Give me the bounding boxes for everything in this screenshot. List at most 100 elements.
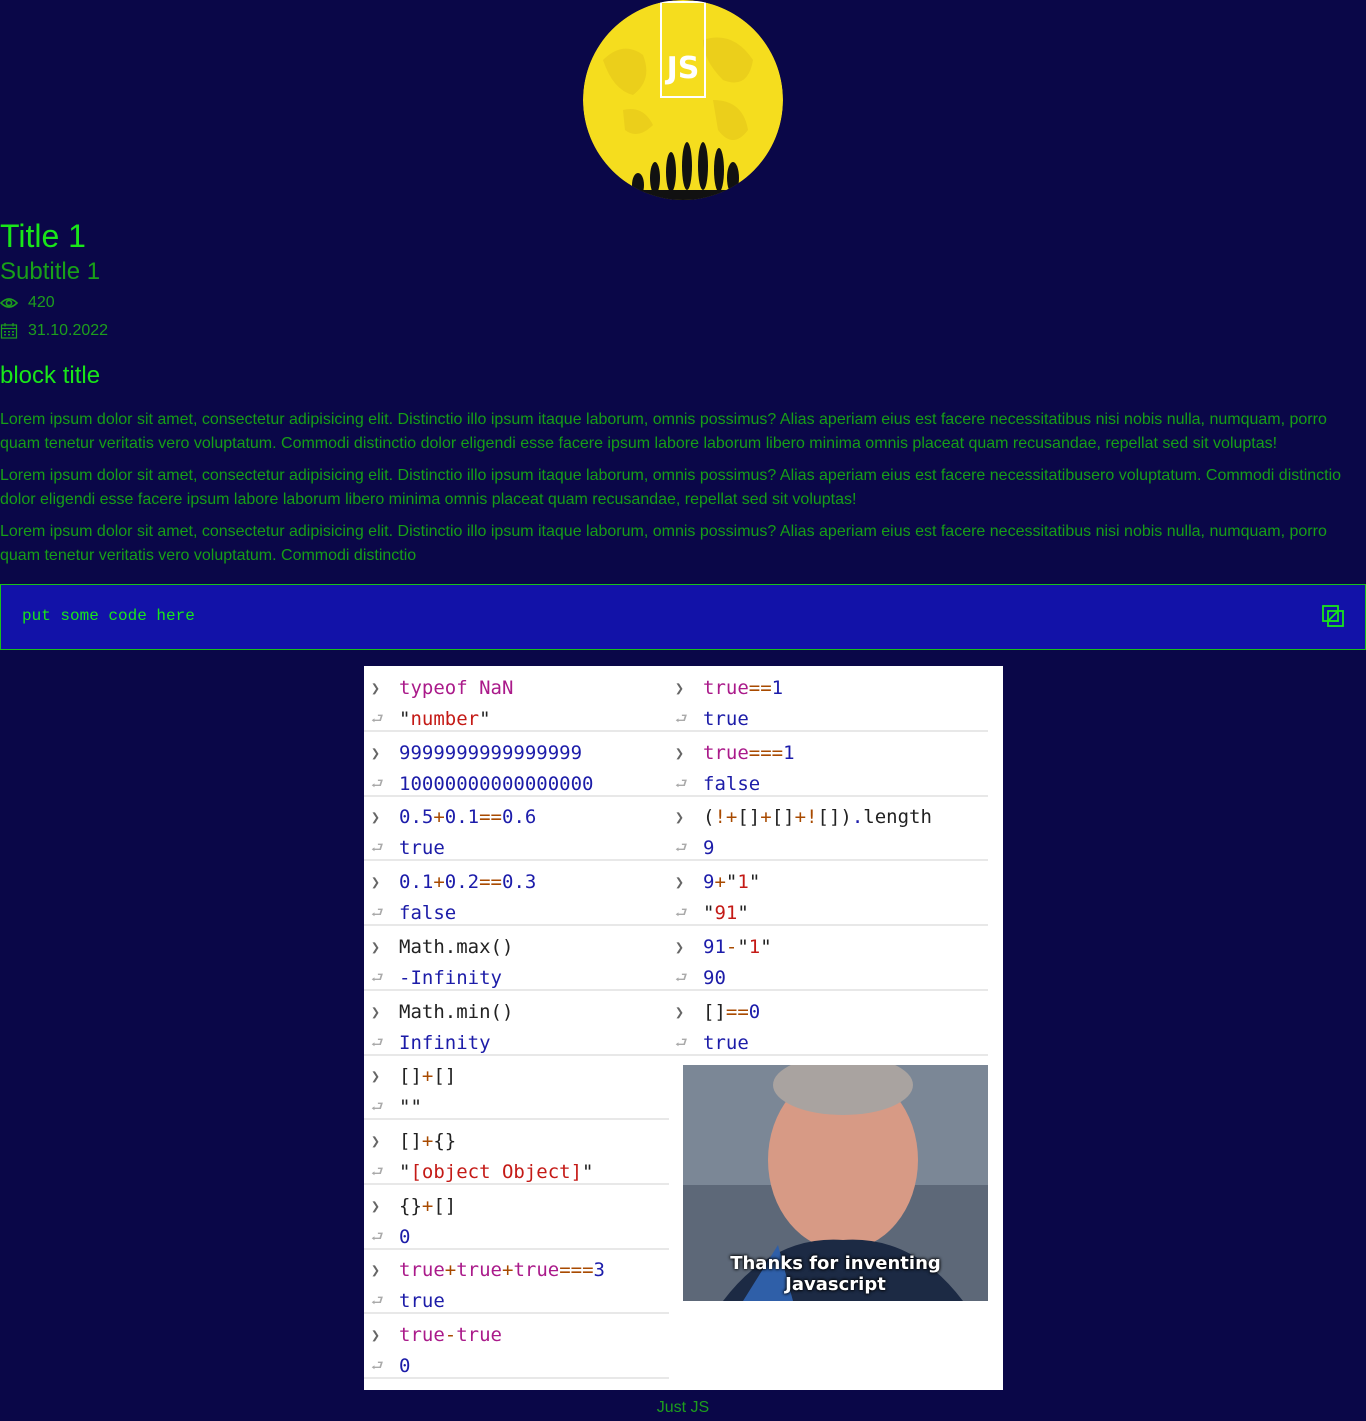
- prompt-chevron-icon: ❯: [675, 743, 685, 762]
- console-entry: ❯ true==1 ⮐ true: [668, 666, 988, 732]
- return-arrow-icon: ⮐: [675, 905, 688, 922]
- prompt-chevron-icon: ❯: [371, 873, 381, 892]
- block-title: block title: [0, 362, 101, 389]
- console-input-text: 0.1+0.2==0.3: [399, 871, 537, 894]
- console-output-text: true: [703, 708, 749, 730]
- eye-icon: [0, 298, 18, 308]
- console-entry: ❯ 9999999999999999 ⮐ 10000000000000000: [364, 731, 669, 797]
- console-entry: ❯ 0.1+0.2==0.3 ⮐ false: [364, 860, 669, 927]
- console-entry: ❯ {}+[] ⮐ 0: [364, 1184, 669, 1250]
- prompt-chevron-icon: ❯: [675, 679, 685, 697]
- console-output-text: true: [703, 1031, 749, 1054]
- footer-text: Just JS: [656, 1399, 710, 1416]
- console-input-text: []+[]: [399, 1065, 457, 1088]
- console-entry: ❯ Math.max() ⮐ -Infinity: [364, 925, 669, 991]
- paragraph-3: Lorem ipsum dolor sit amet, consectetur …: [0, 523, 1327, 564]
- console-output-text: 0: [399, 1355, 411, 1377]
- console-output-text: 9: [703, 837, 715, 860]
- return-arrow-icon: ⮐: [371, 1358, 384, 1374]
- console-entry: ❯ []==0 ⮐ true: [668, 990, 988, 1056]
- copy-icon: [1322, 605, 1344, 627]
- return-arrow-icon: ⮐: [371, 1228, 384, 1245]
- console-input-text: 9999999999999999: [399, 741, 583, 764]
- prompt-chevron-icon: ❯: [371, 743, 381, 762]
- return-arrow-icon: ⮐: [675, 711, 688, 727]
- console-entry: ❯ (!+[]+[]+![]).length ⮐ 9: [668, 795, 988, 862]
- js-console-meme: ❯ typeof NaN ⮐ "number" ❯ 9999999999999999 ⮐ 10…: [364, 666, 1003, 1390]
- console-input-text: typeof NaN: [399, 677, 514, 699]
- console-entry: ❯ []+[] ⮐ "": [364, 1054, 669, 1121]
- console-entry: ❯ []+{} ⮐ "[object Object]": [364, 1119, 669, 1185]
- return-arrow-icon: ⮐: [371, 1034, 384, 1051]
- console-input-text: (!+[]+[]+![]).length: [703, 806, 932, 829]
- console-input-text: {}+[]: [399, 1194, 457, 1217]
- prompt-chevron-icon: ❯: [371, 1261, 381, 1280]
- meme-caption: Thanks for inventing Javascript: [730, 1253, 941, 1295]
- console-output-text: -Infinity: [399, 966, 502, 989]
- code-text: put some code here: [22, 607, 195, 625]
- paragraph-2: Lorem ipsum dolor sit amet, consectetur …: [0, 467, 1342, 508]
- console-input-text: Math.min(): [399, 1000, 514, 1023]
- console-input-text: true==1: [703, 677, 784, 699]
- console-input-text: Math.max(): [399, 935, 514, 958]
- prompt-chevron-icon: ❯: [675, 808, 685, 827]
- meme-photo: Thanks for inventing Javascript: [683, 1065, 988, 1301]
- console-input-text: true+true+true===3: [399, 1259, 605, 1282]
- return-arrow-icon: ⮐: [371, 711, 384, 727]
- return-arrow-icon: ⮐: [675, 775, 688, 792]
- console-input-text: 9+"1": [703, 871, 761, 894]
- console-output-text: "": [399, 1096, 422, 1119]
- prompt-chevron-icon: ❯: [675, 937, 685, 956]
- prompt-chevron-icon: ❯: [371, 679, 381, 697]
- page-subtitle: Subtitle 1: [0, 258, 101, 285]
- publish-date: 31.10.2022: [28, 322, 109, 339]
- console-input-text: true===1: [703, 741, 795, 764]
- return-arrow-icon: ⮐: [371, 1293, 384, 1310]
- console-entry: ❯ 9+"1" ⮐ "91": [668, 860, 988, 927]
- console-output-text: false: [703, 772, 761, 795]
- console-output-text: true: [399, 837, 445, 860]
- return-arrow-icon: ⮐: [371, 775, 384, 792]
- console-output-text: "91": [703, 902, 749, 925]
- return-arrow-icon: ⮐: [371, 905, 384, 922]
- js-logo: JS: [583, 0, 783, 200]
- prompt-chevron-icon: ❯: [371, 1131, 381, 1150]
- logo-text: JS: [665, 51, 700, 86]
- return-arrow-icon: ⮐: [675, 969, 688, 986]
- console-output-text: false: [399, 902, 457, 925]
- console-input-text: []+{}: [399, 1129, 457, 1152]
- views-meta: 420: [0, 293, 55, 313]
- return-arrow-icon: ⮐: [371, 1099, 384, 1116]
- console-output-text: "number": [399, 708, 491, 730]
- prompt-chevron-icon: ❯: [371, 1067, 381, 1086]
- calendar-icon: [0, 323, 18, 339]
- console-output-text: "[object Object]": [399, 1160, 594, 1183]
- console-output-text: true: [399, 1290, 445, 1313]
- console-entry: ❯ typeof NaN ⮐ "number": [364, 666, 669, 732]
- console-entry: ❯ 0.5+0.1==0.6 ⮐ true: [364, 795, 669, 862]
- return-arrow-icon: ⮐: [675, 1034, 688, 1051]
- prompt-chevron-icon: ❯: [371, 1326, 381, 1344]
- console-entry: ❯ true+true+true===3 ⮐ true: [364, 1248, 669, 1315]
- code-block: put some code here: [0, 584, 1366, 650]
- prompt-chevron-icon: ❯: [371, 1196, 381, 1215]
- console-entry: ❯ true===1 ⮐ false: [668, 731, 988, 797]
- console-input-text: 0.5+0.1==0.6: [399, 806, 537, 829]
- console-output-text: 10000000000000000: [399, 772, 594, 795]
- console-input-text: []==0: [703, 1000, 761, 1023]
- console-entry: ❯ Math.min() ⮐ Infinity: [364, 990, 669, 1056]
- return-arrow-icon: ⮐: [371, 840, 384, 857]
- prompt-chevron-icon: ❯: [675, 873, 685, 892]
- return-arrow-icon: ⮐: [675, 840, 688, 857]
- page-title: Title 1: [0, 218, 86, 254]
- return-arrow-icon: ⮐: [371, 969, 384, 986]
- prompt-chevron-icon: ❯: [371, 1002, 381, 1021]
- copy-button[interactable]: [1321, 604, 1345, 628]
- return-arrow-icon: ⮐: [371, 1163, 384, 1180]
- console-entry: ❯ true-true ⮐ 0: [364, 1313, 669, 1379]
- date-meta: 31.10.2022: [0, 321, 108, 341]
- console-input-text: true-true: [399, 1324, 502, 1346]
- views-count: 420: [28, 294, 55, 311]
- console-entry: ❯ 91-"1" ⮐ 90: [668, 925, 988, 991]
- prompt-chevron-icon: ❯: [371, 808, 381, 827]
